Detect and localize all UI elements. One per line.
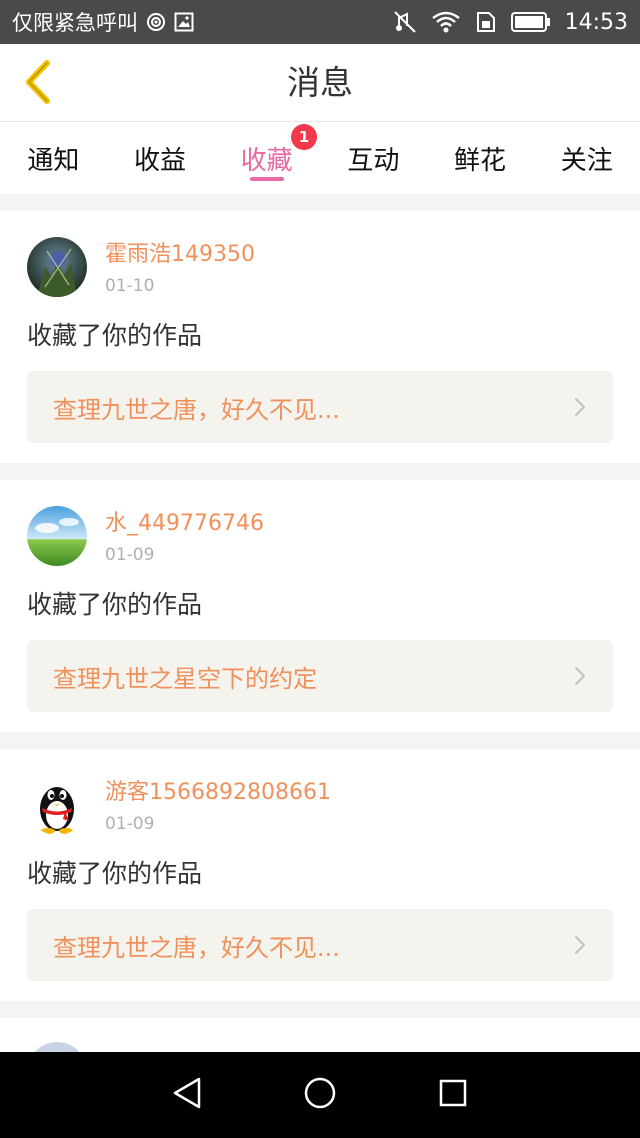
work-link[interactable]: 查理九世之星空下的约定 xyxy=(27,640,613,712)
battery-icon xyxy=(510,11,551,33)
avatar[interactable] xyxy=(27,506,87,566)
message-date: 01-09 xyxy=(105,545,155,565)
tab-following[interactable]: 关注 xyxy=(533,122,640,194)
header: 消息 xyxy=(0,44,640,122)
nav-home-button[interactable] xyxy=(290,1065,350,1125)
message-card: 霍雨浩149350 01-10 收藏了你的作品 查理九世之唐，好久不见... xyxy=(0,211,640,463)
work-title: 查理九世之唐，好久不见... xyxy=(53,933,340,962)
work-link[interactable]: 查理九世之唐，好久不见... xyxy=(27,909,613,981)
message-list[interactable]: 霍雨浩149350 01-10 收藏了你的作品 查理九世之唐，好久不见... 水… xyxy=(0,194,640,1052)
username[interactable]: 游客1566892808661 xyxy=(105,775,331,811)
tab-bar: 通知 收益 收藏 1 互动 鲜花 关注 xyxy=(0,122,640,194)
sim-icon xyxy=(475,10,497,34)
message-text: 收藏了你的作品 xyxy=(27,590,203,619)
message-card-partial xyxy=(0,1018,640,1052)
tab-favorites[interactable]: 收藏 1 xyxy=(213,122,320,194)
status-bar: 仅限紧急呼叫 14:53 xyxy=(0,0,640,44)
username[interactable]: 水_449776746 xyxy=(105,506,264,542)
work-title: 查理九世之唐，好久不见... xyxy=(53,395,340,424)
tab-flowers[interactable]: 鲜花 xyxy=(427,122,534,194)
square-recents-icon xyxy=(438,1078,468,1112)
chevron-right-icon xyxy=(573,934,587,956)
hotspot-icon xyxy=(146,12,166,32)
wifi-icon xyxy=(431,10,461,34)
message-date: 01-09 xyxy=(105,814,155,834)
avatar[interactable] xyxy=(27,775,87,835)
mute-icon xyxy=(393,10,417,34)
tab-interactions[interactable]: 互动 xyxy=(320,122,427,194)
message-card: 游客1566892808661 01-09 收藏了你的作品 查理九世之唐，好久不… xyxy=(0,749,640,1001)
message-text: 收藏了你的作品 xyxy=(27,321,203,350)
message-text: 收藏了你的作品 xyxy=(27,859,203,888)
chevron-right-icon xyxy=(573,396,587,418)
message-card: 水_449776746 01-09 收藏了你的作品 查理九世之星空下的约定 xyxy=(0,480,640,732)
chevron-right-icon xyxy=(573,665,587,687)
avatar[interactable] xyxy=(27,237,87,297)
unread-badge: 1 xyxy=(290,124,317,150)
image-icon xyxy=(174,12,194,32)
system-nav-bar xyxy=(0,1052,640,1138)
tab-notifications[interactable]: 通知 xyxy=(0,122,107,194)
message-date: 01-10 xyxy=(105,276,155,296)
clock: 14:53 xyxy=(564,9,628,35)
tab-earnings[interactable]: 收益 xyxy=(107,122,214,194)
username[interactable]: 霍雨浩149350 xyxy=(105,237,255,273)
nav-back-button[interactable] xyxy=(157,1065,217,1125)
nav-recents-button[interactable] xyxy=(423,1065,483,1125)
page-title: 消息 xyxy=(287,63,353,102)
circle-home-icon xyxy=(303,1076,337,1114)
work-link[interactable]: 查理九世之唐，好久不见... xyxy=(27,371,613,443)
avatar[interactable] xyxy=(27,1042,87,1052)
work-title: 查理九世之星空下的约定 xyxy=(53,664,317,693)
carrier-text: 仅限紧急呼叫 xyxy=(12,11,138,35)
triangle-back-icon xyxy=(171,1076,203,1114)
